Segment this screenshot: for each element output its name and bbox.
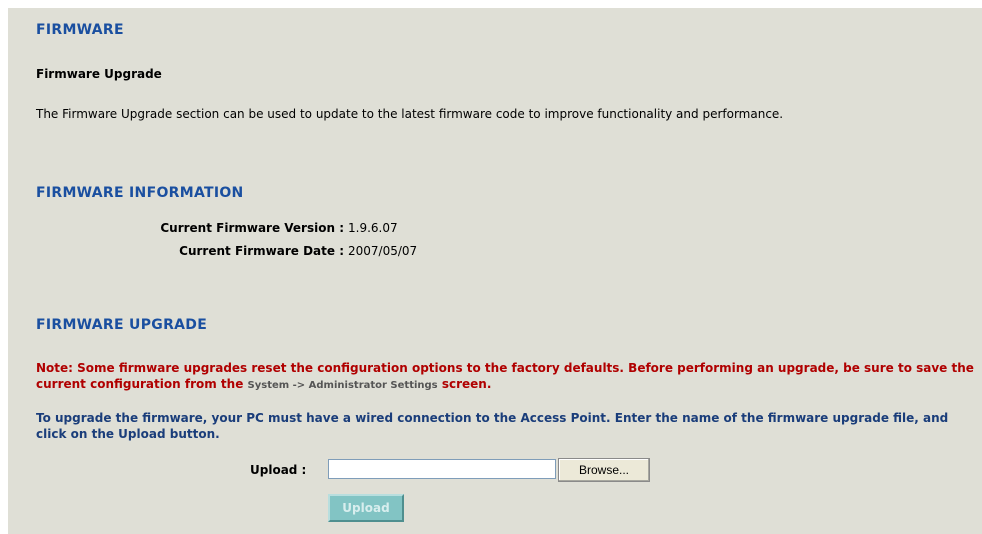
firmware-upgrade-subheading: Firmware Upgrade: [36, 67, 162, 81]
firmware-heading: FIRMWARE: [36, 22, 124, 38]
firmware-information-heading: FIRMWARE INFORMATION: [36, 185, 244, 201]
firmware-description: The Firmware Upgrade section can be used…: [36, 107, 784, 121]
upload-button[interactable]: Upload: [328, 494, 404, 522]
firmware-file-input[interactable]: [328, 459, 556, 479]
upload-label: Upload :: [250, 463, 307, 477]
firmware-version-value: 1.9.6.07: [348, 221, 398, 235]
factory-reset-note: Note: Some firmware upgrades reset the c…: [36, 360, 976, 394]
firmware-version-label: Current Firmware Version :: [160, 221, 344, 235]
settings-path: System -> Administrator Settings: [247, 380, 438, 391]
firmware-date-value: 2007/05/07: [348, 244, 418, 258]
firmware-date-label: Current Firmware Date :: [179, 244, 344, 258]
note-suffix: screen.: [437, 377, 492, 391]
upgrade-instructions: To upgrade the firmware, your PC must ha…: [36, 411, 949, 441]
firmware-panel: FIRMWARE Firmware Upgrade The Firmware U…: [8, 8, 982, 534]
firmware-upgrade-heading: FIRMWARE UPGRADE: [36, 317, 208, 333]
note-text: Note: Some firmware upgrades reset the c…: [36, 361, 974, 391]
browse-button[interactable]: Browse...: [558, 458, 650, 482]
